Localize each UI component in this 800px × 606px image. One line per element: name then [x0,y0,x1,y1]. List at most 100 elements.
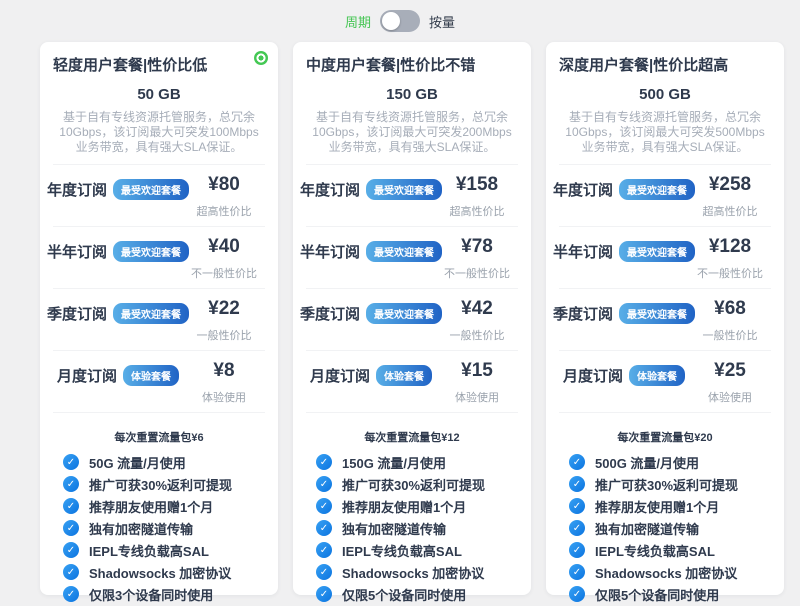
plan-row[interactable]: 年度订阅最受欢迎套餐¥258超高性价比 [559,164,771,226]
check-icon: ✓ [63,476,79,492]
plan-note: 超高性价比 [197,203,252,219]
plan-right: ¥25 体验使用 [689,360,771,405]
feature-text: Shadowsocks 加密协议 [89,563,231,582]
plan-row[interactable]: 年度订阅最受欢迎套餐¥158超高性价比 [306,164,518,226]
feature-text: IEPL专线负载高SAL [342,541,462,560]
quota-label: 150 GB [306,86,518,103]
plan-badge: 最受欢迎套餐 [113,303,189,324]
check-icon: ✓ [63,542,79,558]
plan-right: ¥22一般性价比 [183,298,265,343]
plan-price: ¥15 [461,360,493,382]
plan-price: ¥78 [461,236,493,258]
plan-row[interactable]: 季度订阅最受欢迎套餐¥68一般性价比 [559,288,771,350]
plan-badge: 最受欢迎套餐 [113,241,189,262]
selected-indicator-icon[interactable] [254,51,268,65]
feature-text: 仅限3个设备同时使用 [89,585,213,604]
check-icon: ✓ [63,586,79,602]
feature-text: 推荐朋友使用赠1个月 [342,497,466,516]
plan-left: 季度订阅最受欢迎套餐 [53,298,183,324]
plan-list: 年度订阅最受欢迎套餐¥158超高性价比半年订阅最受欢迎套餐¥78不一般性价比季度… [306,164,518,413]
check-icon: ✓ [569,498,585,514]
check-icon: ✓ [63,564,79,580]
feature-text: Shadowsocks 加密协议 [595,563,737,582]
toggle-label-usage[interactable]: 按量 [429,12,455,31]
plan-left: 月度订阅体验套餐 [53,360,183,386]
plan-right: ¥128不一般性价比 [689,236,771,281]
plan-badge: 最受欢迎套餐 [113,179,189,200]
check-icon: ✓ [63,498,79,514]
feature-text: IEPL专线负载高SAL [89,541,209,560]
feature-item: ✓推荐朋友使用赠1个月 [316,495,518,517]
plan-row[interactable]: 半年订阅最受欢迎套餐¥40不一般性价比 [53,226,265,288]
feature-item: ✓独有加密隧道传输 [569,517,771,539]
card-description: 基于自有专线资源托管服务，总冗余10Gbps，该订阅最大可突发500Mbps业务… [559,110,771,155]
plan-row[interactable]: 月度订阅体验套餐¥15体验使用 [306,350,518,412]
plan-right: ¥40不一般性价比 [183,236,265,281]
plan-badge: 最受欢迎套餐 [366,241,442,262]
feature-list: ✓500G 流量/月使用✓推广可获30%返利可提现✓推荐朋友使用赠1个月✓独有加… [559,451,771,605]
plan-note: 体验使用 [202,389,246,405]
feature-item: ✓ 推广可获30%返利可提现 [569,473,771,495]
quota-label: 500 GB [559,86,771,103]
plan-right: ¥68一般性价比 [689,298,771,343]
check-icon: ✓ [316,564,332,580]
plan-price: ¥8 [213,360,234,382]
plan-right: ¥78 不一般性价比 [436,236,518,281]
plan-row[interactable]: 月度订阅体验套餐 ¥25 体验使用 [559,350,771,412]
plan-row[interactable]: 年度订阅最受欢迎套餐¥80超高性价比 [53,164,265,226]
quota-label: 50 GB [53,86,265,103]
billing-mode-toggle[interactable] [380,10,420,32]
toggle-label-period[interactable]: 周期 [345,12,371,31]
plan-note: 不一般性价比 [191,265,257,281]
plan-right: ¥258超高性价比 [689,174,771,219]
feature-text: 推广可获30%返利可提现 [595,475,738,494]
plan-list: 年度订阅最受欢迎套餐¥80超高性价比半年订阅最受欢迎套餐¥40不一般性价比季度订… [53,164,265,413]
card-title: 中度用户套餐|性价比不错 [306,54,518,75]
plan-note: 不一般性价比 [444,265,510,281]
plan-left: 季度订阅最受欢迎套餐 [306,298,436,324]
plan-note: 不一般性价比 [697,265,763,281]
plan-price: ¥68 [714,298,746,320]
feature-list: ✓150G 流量/月使用✓推广可获30%返利可提现✓推荐朋友使用赠1个月✓独有加… [306,451,518,605]
plan-left: 月度订阅体验套餐 [559,360,689,386]
check-icon: ✓ [569,454,585,470]
feature-item: ✓推荐朋友使用赠1个月 [569,495,771,517]
check-icon: ✓ [316,520,332,536]
plan-badge: 最受欢迎套餐 [366,303,442,324]
check-icon: ✓ [63,520,79,536]
check-icon: ✓ [316,542,332,558]
plan-row[interactable]: 季度订阅最受欢迎套餐¥22一般性价比 [53,288,265,350]
plan-right: ¥42一般性价比 [436,298,518,343]
plan-label: 季度订阅 [300,303,360,324]
plan-label: 季度订阅 [47,303,107,324]
plan-row[interactable]: 半年订阅最受欢迎套餐¥78不一般性价比 [306,226,518,288]
card-description: 基于自有专线资源托管服务，总冗余10Gbps，该订阅最大可突发200Mbps业务… [306,110,518,155]
check-icon: ✓ [316,586,332,602]
plan-badge: 最受欢迎套餐 [366,179,442,200]
feature-text: 独有加密隧道传输 [342,519,446,538]
plan-badge: 最受欢迎套餐 [619,241,695,262]
plan-note: 超高性价比 [450,203,505,219]
card-title: 轻度用户套餐|性价比低 [53,54,265,75]
plan-row[interactable]: 季度订阅最受欢迎套餐¥42一般性价比 [306,288,518,350]
plan-label: 月度订阅 [310,365,370,386]
feature-text: IEPL专线负载高SAL [595,541,715,560]
pricing-card-light: 轻度用户套餐|性价比低 50 GB 基于自有专线资源托管服务，总冗余10Gbps… [40,42,278,595]
check-icon: ✓ [569,564,585,580]
plan-left: 年度订阅最受欢迎套餐 [306,174,436,200]
reset-package-note: 每次重置流量包¥20 [559,429,771,445]
feature-item: ✓仅限5个设备同时使用 [569,583,771,605]
plan-left: 年度订阅最受欢迎套餐 [53,174,183,200]
plan-left: 季度订阅最受欢迎套餐 [559,298,689,324]
feature-text: 独有加密隧道传输 [595,519,699,538]
feature-item: ✓ IEPL专线负载高SAL [316,539,518,561]
plan-price: ¥25 [714,360,746,382]
feature-text: 独有加密隧道传输 [89,519,193,538]
plan-row[interactable]: 半年订阅最受欢迎套餐¥128不一般性价比 [559,226,771,288]
check-icon: ✓ [569,476,585,492]
plan-note: 体验使用 [708,389,752,405]
pricing-card-medium: 中度用户套餐|性价比不错 150 GB 基于自有专线资源托管服务，总冗余10Gb… [293,42,531,595]
feature-item: ✓IEPL专线负载高SAL [569,539,771,561]
plan-row[interactable]: 月度订阅体验套餐 ¥8 体验使用 [53,350,265,412]
toggle-knob [382,12,400,30]
